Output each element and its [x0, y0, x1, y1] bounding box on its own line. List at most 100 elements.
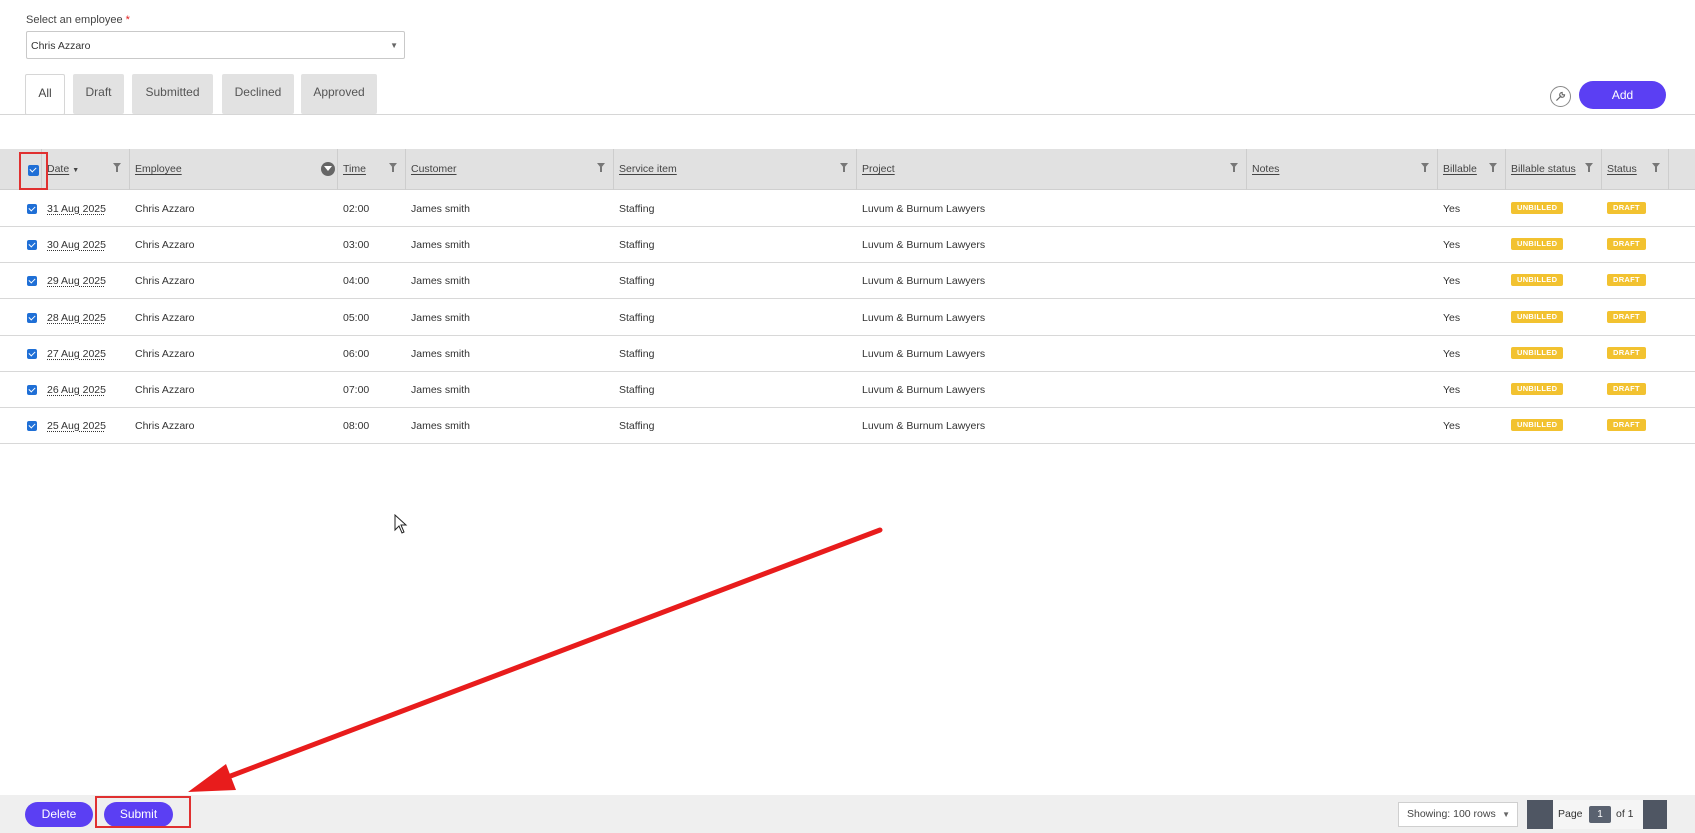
required-mark: *: [125, 14, 130, 26]
billable-status-badge: UNBILLED: [1511, 202, 1564, 214]
filter-icon[interactable]: [1585, 163, 1593, 172]
column-status[interactable]: Status: [1602, 149, 1669, 190]
row-service-item: Staffing: [619, 384, 655, 396]
column-billable-status[interactable]: Billable status: [1506, 149, 1602, 190]
row-customer: James smith: [411, 384, 470, 396]
row-checkbox[interactable]: [27, 276, 37, 286]
row-project: Luvum & Burnum Lawyers: [862, 312, 986, 324]
row-project: Luvum & Burnum Lawyers: [862, 384, 986, 396]
table-row[interactable]: 28 Aug 2025 Chris Azzaro 05:00 James smi…: [0, 300, 1695, 336]
row-customer: James smith: [411, 239, 470, 251]
status-badge: DRAFT: [1607, 419, 1646, 431]
select-all-checkbox[interactable]: [28, 165, 39, 176]
row-checkbox[interactable]: [27, 313, 37, 323]
filter-icon[interactable]: [1652, 163, 1660, 172]
row-service-item: Staffing: [619, 275, 655, 287]
row-time: 08:00: [343, 420, 370, 432]
row-billable: Yes: [1443, 312, 1461, 324]
column-time[interactable]: Time: [338, 149, 406, 190]
add-button[interactable]: Add: [1579, 81, 1666, 109]
status-badge: DRAFT: [1607, 238, 1646, 250]
row-billable: Yes: [1443, 275, 1461, 287]
column-service-item[interactable]: Service item: [614, 149, 857, 190]
row-date[interactable]: 31 Aug 2025: [47, 203, 106, 215]
row-billable: Yes: [1443, 420, 1461, 432]
next-page-button[interactable]: [1643, 800, 1667, 829]
row-project: Luvum & Burnum Lawyers: [862, 420, 986, 432]
row-time: 06:00: [343, 348, 370, 360]
row-customer: James smith: [411, 275, 470, 287]
row-employee: Chris Azzaro: [135, 420, 195, 432]
column-date[interactable]: Date ▼: [42, 149, 130, 190]
prev-page-button[interactable]: [1527, 800, 1553, 829]
tab-all[interactable]: All: [25, 74, 65, 115]
filter-icon[interactable]: [113, 163, 121, 172]
status-badge: DRAFT: [1607, 311, 1646, 323]
footer-bar: Delete Submit Showing: 100 rows ▼ Page 1…: [0, 795, 1695, 833]
filter-icon[interactable]: [597, 163, 605, 172]
table-row[interactable]: 27 Aug 2025 Chris Azzaro 06:00 James smi…: [0, 336, 1695, 372]
filter-icon[interactable]: [1489, 163, 1497, 172]
status-badge: DRAFT: [1607, 347, 1646, 359]
table-row[interactable]: 29 Aug 2025 Chris Azzaro 04:00 James smi…: [0, 263, 1695, 299]
table-row[interactable]: 25 Aug 2025 Chris Azzaro 08:00 James smi…: [0, 408, 1695, 444]
table-row[interactable]: 31 Aug 2025 Chris Azzaro 02:00 James smi…: [0, 191, 1695, 227]
tab-submitted[interactable]: Submitted: [132, 74, 213, 114]
row-time: 04:00: [343, 275, 370, 287]
row-project: Luvum & Burnum Lawyers: [862, 203, 986, 215]
employee-select[interactable]: Chris Azzaro ▼: [26, 31, 405, 59]
filter-icon[interactable]: [1230, 163, 1238, 172]
row-customer: James smith: [411, 420, 470, 432]
row-checkbox[interactable]: [27, 421, 37, 431]
row-checkbox[interactable]: [27, 349, 37, 359]
sort-desc-icon: ▼: [72, 167, 80, 174]
table-row[interactable]: 30 Aug 2025 Chris Azzaro 03:00 James smi…: [0, 227, 1695, 263]
row-billable: Yes: [1443, 348, 1461, 360]
page-indicator: Page 1 of 1: [1553, 800, 1643, 829]
row-date[interactable]: 27 Aug 2025: [47, 348, 106, 360]
row-date[interactable]: 29 Aug 2025: [47, 275, 106, 287]
row-service-item: Staffing: [619, 420, 655, 432]
wrench-icon[interactable]: [1550, 86, 1571, 107]
column-project[interactable]: Project: [857, 149, 1247, 190]
column-billable[interactable]: Billable: [1438, 149, 1506, 190]
row-date[interactable]: 30 Aug 2025: [47, 239, 106, 251]
tab-approved[interactable]: Approved: [301, 74, 377, 114]
billable-status-badge: UNBILLED: [1511, 383, 1564, 395]
column-customer[interactable]: Customer: [406, 149, 614, 190]
column-employee[interactable]: Employee: [130, 149, 338, 190]
filter-icon[interactable]: [840, 163, 848, 172]
row-project: Luvum & Burnum Lawyers: [862, 348, 986, 360]
filter-active-icon[interactable]: [321, 162, 335, 176]
tabs-divider: [0, 114, 1695, 115]
pagination: Page 1 of 1: [1527, 800, 1667, 829]
row-checkbox[interactable]: [27, 385, 37, 395]
row-service-item: Staffing: [619, 348, 655, 360]
row-date[interactable]: 26 Aug 2025: [47, 384, 106, 396]
row-employee: Chris Azzaro: [135, 239, 195, 251]
row-service-item: Staffing: [619, 203, 655, 215]
row-project: Luvum & Burnum Lawyers: [862, 275, 986, 287]
rows-per-page-select[interactable]: Showing: 100 rows ▼: [1398, 802, 1518, 827]
row-checkbox[interactable]: [27, 240, 37, 250]
column-notes[interactable]: Notes: [1247, 149, 1438, 190]
filter-icon[interactable]: [389, 163, 397, 172]
delete-button[interactable]: Delete: [25, 802, 93, 827]
filter-icon[interactable]: [1421, 163, 1429, 172]
page-number-input[interactable]: 1: [1589, 806, 1611, 823]
tab-draft[interactable]: Draft: [73, 74, 124, 114]
row-checkbox[interactable]: [27, 204, 37, 214]
row-service-item: Staffing: [619, 239, 655, 251]
row-customer: James smith: [411, 312, 470, 324]
status-badge: DRAFT: [1607, 202, 1646, 214]
billable-status-badge: UNBILLED: [1511, 238, 1564, 250]
row-date[interactable]: 25 Aug 2025: [47, 420, 106, 432]
billable-status-badge: UNBILLED: [1511, 274, 1564, 286]
row-date[interactable]: 28 Aug 2025: [47, 312, 106, 324]
mouse-cursor-icon: [394, 514, 408, 534]
tab-declined[interactable]: Declined: [222, 74, 294, 114]
chevron-down-icon: ▼: [1502, 810, 1510, 819]
table-row[interactable]: 26 Aug 2025 Chris Azzaro 07:00 James smi…: [0, 372, 1695, 408]
submit-highlight: [95, 796, 191, 828]
row-employee: Chris Azzaro: [135, 312, 195, 324]
